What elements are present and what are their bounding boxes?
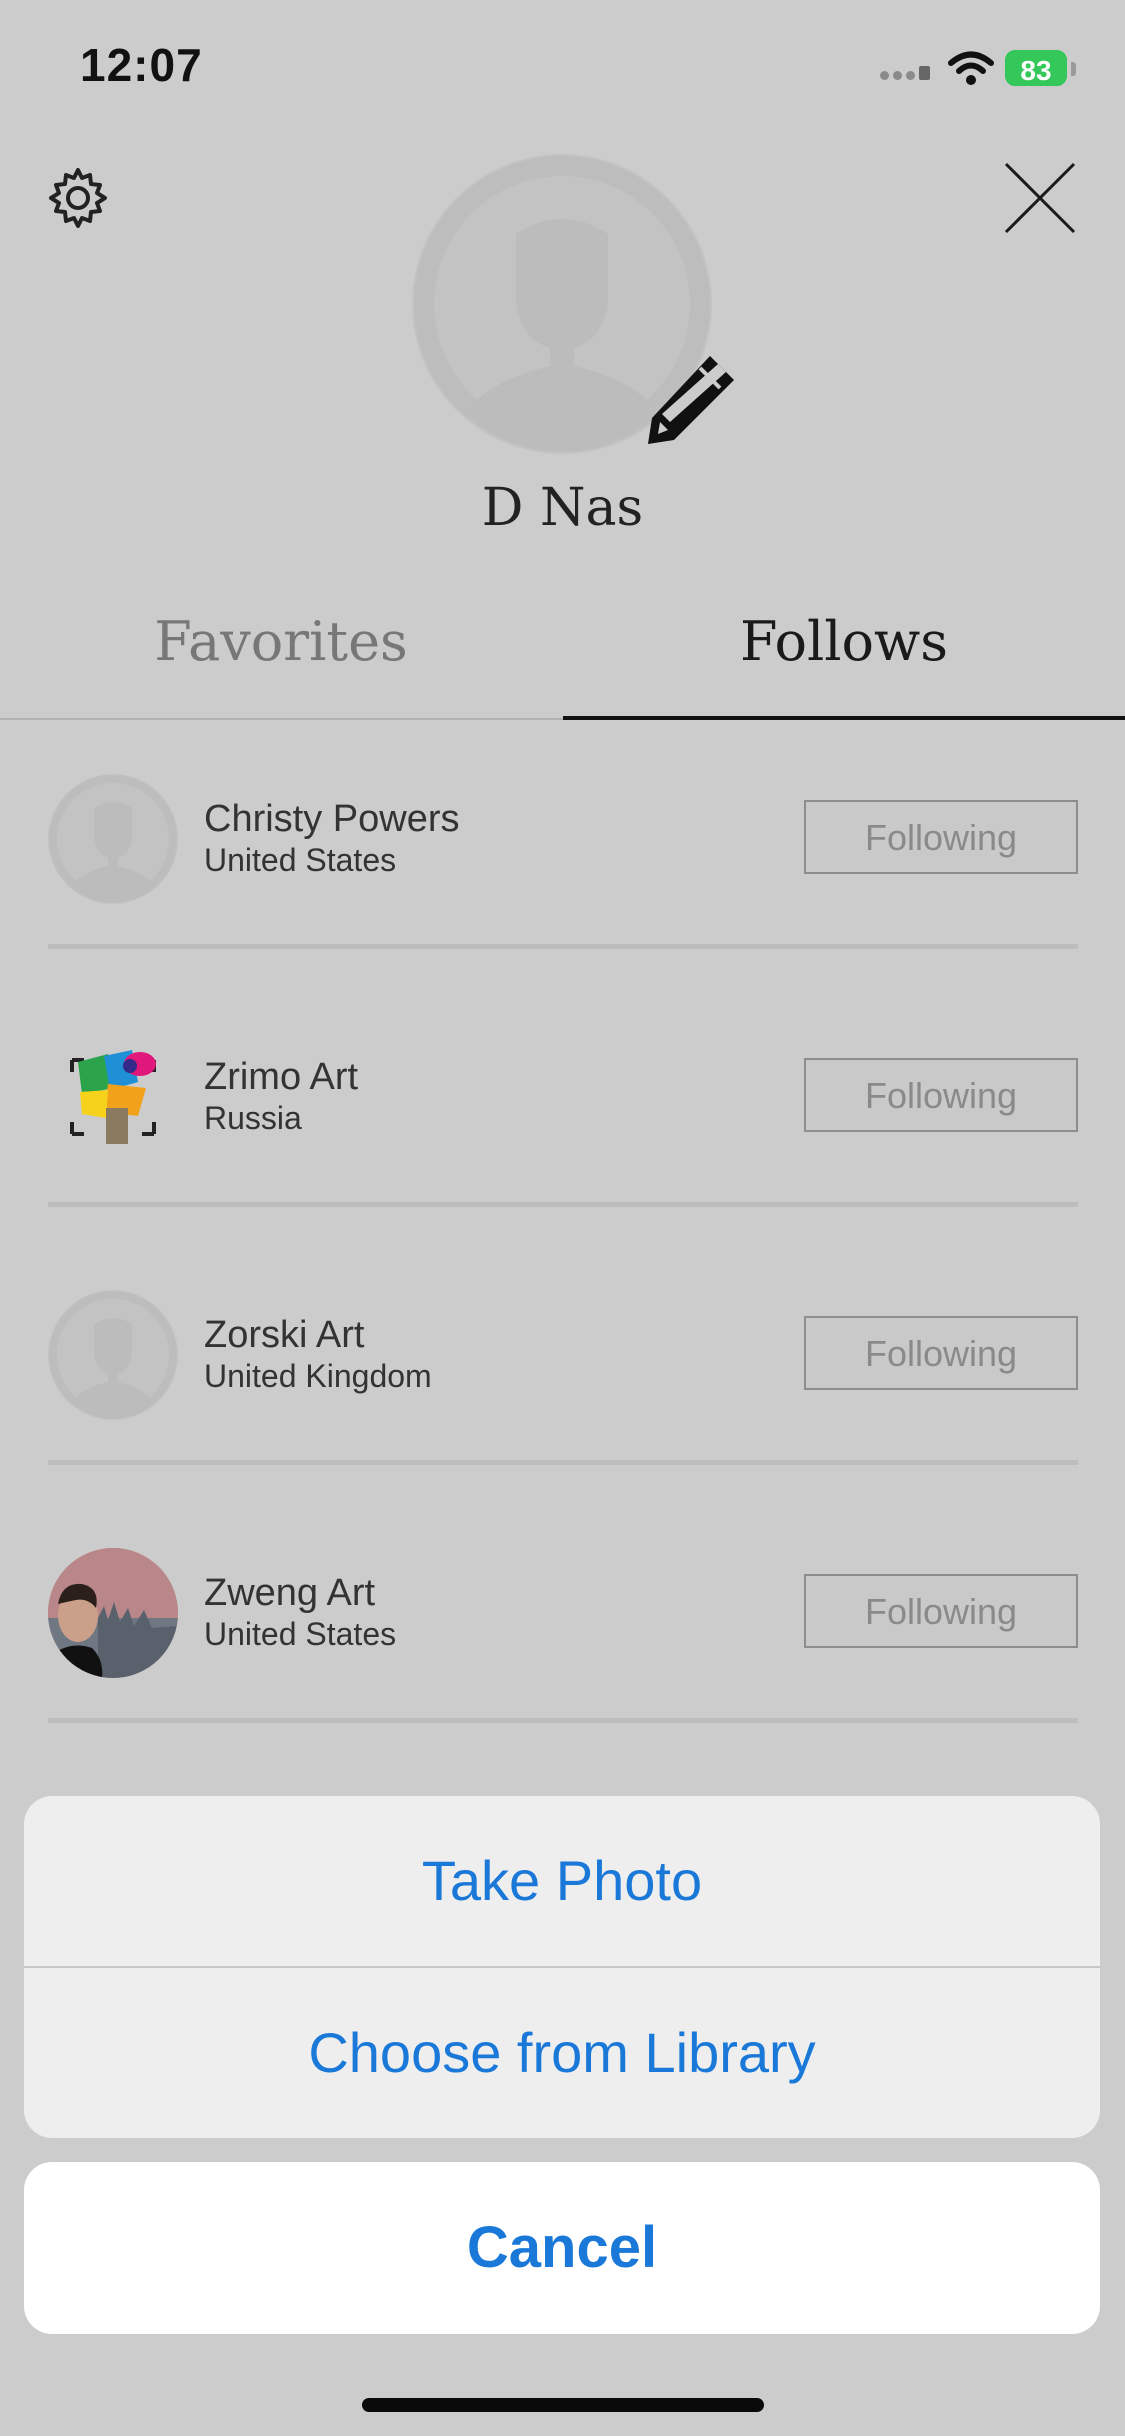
tab-active-indicator <box>563 716 1125 720</box>
home-indicator[interactable] <box>362 2398 764 2412</box>
profile-name: D Nas <box>481 478 644 538</box>
choose-from-library-button[interactable]: Choose from Library <box>24 1968 1100 2138</box>
wifi-icon <box>948 50 994 91</box>
take-photo-button[interactable]: Take Photo <box>24 1796 1100 1966</box>
follow-name: Zweng Art <box>204 1572 376 1614</box>
row-separator <box>48 1718 1078 1723</box>
following-button[interactable]: Following <box>804 1574 1078 1648</box>
placeholder-avatar <box>48 774 178 904</box>
tab-favorites[interactable]: Favorites <box>0 610 562 673</box>
edit-pencil-icon[interactable] <box>640 350 740 455</box>
follow-name: Zorski Art <box>204 1314 365 1356</box>
placeholder-avatar <box>48 1290 178 1420</box>
follow-country: United States <box>204 1616 397 1652</box>
list-item[interactable]: Zrimo Art Russia Following <box>0 986 1125 1244</box>
photo-avatar <box>48 1548 178 1678</box>
tab-follows[interactable]: Follows <box>563 610 1125 673</box>
settings-gear-icon[interactable] <box>44 164 112 237</box>
follow-country: United States <box>204 842 397 878</box>
follow-name: Christy Powers <box>204 798 460 840</box>
following-button[interactable]: Following <box>804 1058 1078 1132</box>
list-item[interactable]: Christy Powers United States Following <box>0 728 1125 986</box>
follow-country: Russia <box>204 1100 302 1136</box>
battery-icon: 83 <box>1005 50 1067 86</box>
following-button[interactable]: Following <box>804 800 1078 874</box>
close-icon[interactable] <box>1002 160 1078 241</box>
status-time: 12:07 <box>80 39 203 91</box>
cellular-signal-icon <box>880 66 934 85</box>
action-sheet: Take Photo Choose from Library <box>24 1796 1100 2138</box>
following-button[interactable]: Following <box>804 1316 1078 1390</box>
colorful-logo-avatar <box>48 1032 178 1162</box>
follow-country: United Kingdom <box>204 1358 432 1394</box>
follow-name: Zrimo Art <box>204 1056 359 1098</box>
list-item[interactable]: Zweng Art United States Following <box>0 1502 1125 1760</box>
list-item[interactable]: Zorski Art United Kingdom Following <box>0 1244 1125 1502</box>
battery-tip <box>1071 62 1076 76</box>
row-separator <box>48 1460 1078 1465</box>
row-separator <box>48 1202 1078 1207</box>
row-separator <box>48 944 1078 949</box>
cancel-button[interactable]: Cancel <box>24 2162 1100 2334</box>
